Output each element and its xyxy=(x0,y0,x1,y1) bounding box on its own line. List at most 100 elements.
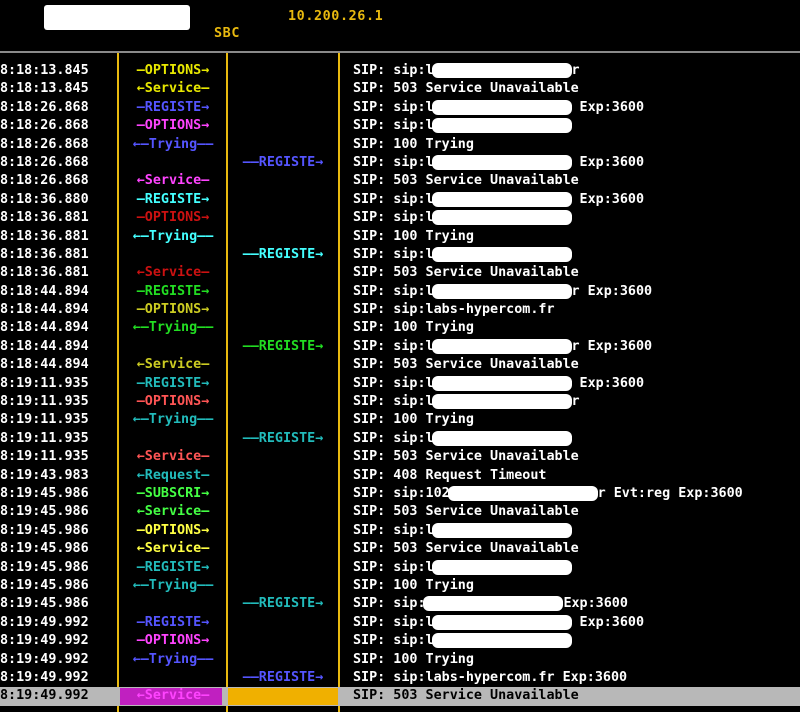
flow-row[interactable]: 8:18:36.881 —OPTIONS→ SIP: sip:l xyxy=(0,209,800,227)
flow-row[interactable]: 8:19:11.935 ←Service— SIP: 503 Service Una… xyxy=(0,448,800,466)
message-arrow[interactable]: ←Service— xyxy=(122,687,224,705)
flow-row[interactable]: 8:19:45.986 ←—Trying—— SIP: 100 Trying xyxy=(0,577,800,595)
flow-row[interactable]: 8:19:11.935 —REGISTE→ SIP: sip:l Exp:3600 xyxy=(0,375,800,393)
message-arrow[interactable]: ←Service— xyxy=(122,540,224,558)
sip-summary-suffix: Exp:3600 xyxy=(571,99,645,115)
redacted-uri xyxy=(431,154,572,170)
flow-row[interactable]: 8:19:45.986 —REGISTE→ SIP: sip:l xyxy=(0,559,800,577)
row-timestamp: 8:19:43.983 xyxy=(0,467,89,483)
flow-row[interactable]: 8:18:44.894 —OPTIONS→ SIP: sip:labs-hyperc… xyxy=(0,301,800,319)
message-arrow[interactable]: ←Service— xyxy=(122,503,224,521)
sip-summary: SIP: 503 Service Unavailable xyxy=(353,504,579,520)
message-arrow[interactable]: —OPTIONS→ xyxy=(122,632,224,650)
flow-row[interactable]: 8:19:11.935 ←—Trying—— SIP: 100 Trying xyxy=(0,411,800,429)
flow-row[interactable]: 8:19:45.986 ←Service— SIP: 503 Service Una… xyxy=(0,540,800,558)
sip-summary: SIP: sip: xyxy=(353,596,426,612)
sip-summary: SIP: sip:labs-hypercom.fr Exp:3600 xyxy=(353,669,628,685)
flow-row[interactable]: 8:18:36.880 —REGISTE→ SIP: sip:l Exp:3600 xyxy=(0,191,800,209)
flow-row[interactable]: 8:19:49.992 —OPTIONS→ SIP: sip:l xyxy=(0,632,800,650)
flow-row[interactable]: 8:18:36.881 ——REGISTE→ SIP: sip:l xyxy=(0,246,800,264)
message-arrow[interactable]: —OPTIONS→ xyxy=(122,522,224,540)
message-arrow[interactable]: ←—Trying—— xyxy=(122,136,224,154)
message-arrow[interactable]: —REGISTE→ xyxy=(122,559,224,577)
redacted-uri xyxy=(431,210,572,226)
message-arrow[interactable]: ——REGISTE→ xyxy=(232,338,334,356)
message-arrow[interactable]: —OPTIONS→ xyxy=(122,301,224,319)
flow-row[interactable]: 8:19:45.986 ←Service— SIP: 503 Service Una… xyxy=(0,503,800,521)
sip-summary-suffix: r Exp:3600 xyxy=(571,338,653,354)
flow-row[interactable]: 8:18:36.881 ←Service— SIP: 503 Service Una… xyxy=(0,264,800,282)
flow-row[interactable]: 8:19:45.986 ——REGISTE→ SIP: sip: Exp:3600 xyxy=(0,595,800,613)
redacted-uri xyxy=(431,614,572,630)
flow-row[interactable]: 8:19:11.935 ——REGISTE→ SIP: sip:l xyxy=(0,430,800,448)
flow-row[interactable]: 8:19:45.986 —SUBSCRI→ SIP: sip:102 r Evt:re… xyxy=(0,485,800,503)
flow-row[interactable]: 8:18:44.894 ←—Trying—— SIP: 100 Trying xyxy=(0,319,800,337)
message-arrow[interactable]: —REGISTE→ xyxy=(122,283,224,301)
message-arrow[interactable]: —OPTIONS→ xyxy=(122,62,224,80)
redacted-uri xyxy=(431,430,572,446)
sip-summary: SIP: sip:102 xyxy=(353,485,450,501)
message-arrow[interactable]: ←Service— xyxy=(122,80,224,98)
flow-row[interactable]: 8:19:43.983 ←Request— SIP: 408 Request Tim… xyxy=(0,467,800,485)
message-arrow[interactable]: ——REGISTE→ xyxy=(232,154,334,172)
redacted-uri xyxy=(431,118,572,134)
message-arrow[interactable]: ←—Trying—— xyxy=(122,651,224,669)
sip-summary: SIP: sip:l xyxy=(353,99,434,115)
flow-row[interactable]: 8:18:44.894 ——REGISTE→ SIP: sip:l r Exp:360… xyxy=(0,338,800,356)
flow-row[interactable]: 8:18:26.868 ←—Trying—— SIP: 100 Trying xyxy=(0,136,800,154)
row-timestamp: 8:18:44.894 xyxy=(0,302,89,318)
row-timestamp: 8:18:44.894 xyxy=(0,338,89,354)
redacted-uri xyxy=(431,375,572,391)
message-arrow[interactable]: ←Service— xyxy=(122,356,224,374)
message-arrow[interactable]: —OPTIONS→ xyxy=(122,117,224,135)
message-arrow[interactable]: ←—Trying—— xyxy=(122,319,224,337)
message-arrow[interactable]: ←Service— xyxy=(122,172,224,190)
sip-summary-suffix: r Exp:3600 xyxy=(571,283,653,299)
flow-row[interactable]: 8:18:13.845 —OPTIONS→ SIP: sip:l r xyxy=(0,62,800,80)
message-arrow[interactable]: ——REGISTE→ xyxy=(232,595,334,613)
message-arrow[interactable]: ←—Trying—— xyxy=(122,228,224,246)
message-arrow[interactable]: —REGISTE→ xyxy=(122,99,224,117)
flow-row[interactable]: 8:18:26.868 ←Service— SIP: 503 Service Una… xyxy=(0,172,800,190)
flow-row[interactable]: 8:19:49.992 ——REGISTE→ SIP: sip:labs-hyper… xyxy=(0,669,800,687)
message-arrow[interactable]: ←Request— xyxy=(122,467,224,485)
flow-row[interactable]: 8:19:49.992 ←—Trying—— SIP: 100 Trying xyxy=(0,651,800,669)
redacted-uri xyxy=(431,559,572,575)
row-timestamp: 8:18:36.881 xyxy=(0,265,89,281)
message-arrow[interactable]: ←Service— xyxy=(122,264,224,282)
flow-row[interactable]: 8:19:45.986 —OPTIONS→ SIP: sip:l xyxy=(0,522,800,540)
message-arrow[interactable]: ←Service— xyxy=(122,448,224,466)
message-arrow[interactable]: ——REGISTE→ xyxy=(232,430,334,448)
sip-summary: SIP: sip:l xyxy=(353,118,434,134)
flow-row[interactable]: 8:18:44.894 ←Service— SIP: 503 Service Una… xyxy=(0,356,800,374)
message-arrow[interactable]: —REGISTE→ xyxy=(122,191,224,209)
message-arrow[interactable]: —OPTIONS→ xyxy=(122,393,224,411)
message-arrow[interactable]: ——REGISTE→ xyxy=(232,246,334,264)
sip-summary: SIP: sip:l xyxy=(353,63,434,78)
flow-row[interactable]: 8:18:26.868 —REGISTE→ SIP: sip:l Exp:3600 xyxy=(0,99,800,117)
row-timestamp: 8:19:49.992 xyxy=(0,633,89,649)
message-arrow[interactable]: ——REGISTE→ xyxy=(232,669,334,687)
flow-row[interactable]: 8:18:44.894 —REGISTE→ SIP: sip:l r Exp:3600 xyxy=(0,283,800,301)
message-arrow[interactable]: —REGISTE→ xyxy=(122,614,224,632)
flow-row[interactable]: 8:19:11.935 —OPTIONS→ SIP: sip:l r xyxy=(0,393,800,411)
row-timestamp: 8:19:49.992 xyxy=(0,651,89,667)
sip-summary: SIP: sip:l xyxy=(353,338,434,354)
redacted-uri xyxy=(431,338,572,354)
message-arrow[interactable]: —OPTIONS→ xyxy=(122,209,224,227)
flow-row[interactable]: 8:19:49.992 ←Service— SIP: 503 Service Una… xyxy=(0,687,800,706)
row-timestamp: 8:18:13.845 xyxy=(0,63,89,78)
sip-summary: SIP: 408 Request Timeout xyxy=(353,467,547,483)
flow-row[interactable]: 8:18:26.868 —OPTIONS→ SIP: sip:l xyxy=(0,117,800,135)
message-arrow[interactable]: ←—Trying—— xyxy=(122,411,224,429)
message-arrow[interactable]: ←—Trying—— xyxy=(122,577,224,595)
row-timestamp: 8:19:11.935 xyxy=(0,394,89,410)
flow-row[interactable]: 8:18:26.868 ——REGISTE→ SIP: sip:l Exp:3600 xyxy=(0,154,800,172)
flow-row[interactable]: 8:18:13.845 ←Service— SIP: 503 Service Una… xyxy=(0,80,800,98)
sip-flow-list[interactable]: 8:18:13.845 —OPTIONS→ SIP: sip:l r 8:18:13.8… xyxy=(0,62,800,706)
flow-row[interactable]: 8:19:49.992 —REGISTE→ SIP: sip:l Exp:3600 xyxy=(0,614,800,632)
flow-row[interactable]: 8:18:36.881 ←—Trying—— SIP: 100 Trying xyxy=(0,228,800,246)
message-arrow[interactable]: —REGISTE→ xyxy=(122,375,224,393)
message-arrow[interactable]: —SUBSCRI→ xyxy=(122,485,224,503)
row-timestamp: 8:18:36.881 xyxy=(0,246,89,262)
